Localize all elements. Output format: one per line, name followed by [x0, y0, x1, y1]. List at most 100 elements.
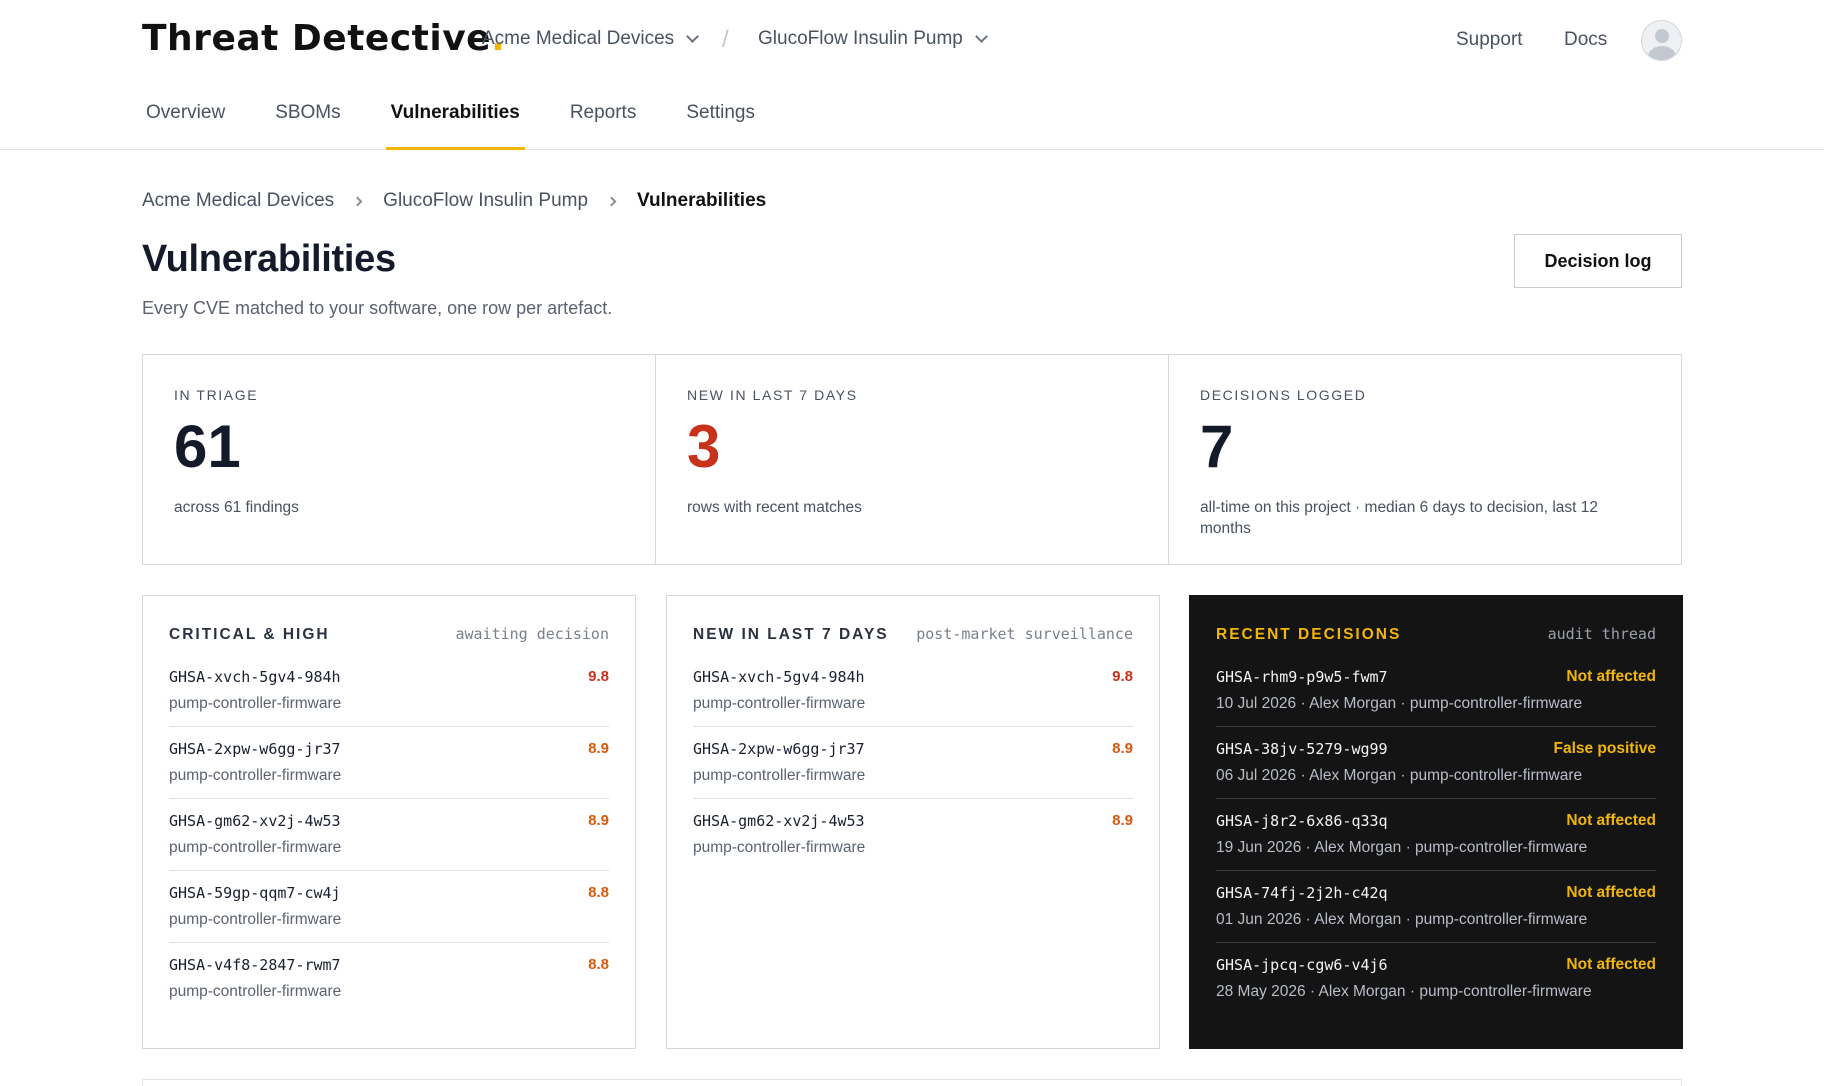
tab-settings[interactable]: Settings	[686, 102, 755, 150]
cvss-score: 9.8	[588, 668, 609, 685]
cvss-score: 9.8	[1112, 668, 1133, 685]
advisory-id: GHSA-xvch-5gv4-984h	[693, 668, 865, 686]
advisory-id: GHSA-59gp-qqm7-cw4j	[169, 884, 341, 902]
stat-label: IN TRIAGE	[174, 387, 259, 403]
cvss-score: 8.9	[588, 812, 609, 829]
list-item[interactable]: GHSA-j8r2-6x86-q33q 19 Jun 2026 · Alex M…	[1216, 799, 1656, 871]
card-header: NEW IN LAST 7 DAYS post-market surveilla…	[693, 625, 1133, 644]
top-header: Threat Detective. Acme Medical Devices /…	[0, 0, 1824, 150]
artefact-name: pump-controller-firmware	[169, 983, 342, 1000]
list-item[interactable]: GHSA-38jv-5279-wg99 06 Jul 2026 · Alex M…	[1216, 727, 1656, 799]
chevron-down-icon	[975, 30, 988, 43]
advisory-id: GHSA-xvch-5gv4-984h	[169, 668, 341, 686]
advisory-id: GHSA-2xpw-w6gg-jr37	[693, 740, 865, 758]
card-title: NEW IN LAST 7 DAYS	[693, 626, 889, 643]
stat-label: NEW IN LAST 7 DAYS	[687, 387, 858, 403]
decision-meta: 06 Jul 2026 · Alex Morgan · pump-control…	[1216, 767, 1583, 784]
tab-vulnerabilities[interactable]: Vulnerabilities	[385, 102, 525, 150]
card-header: CRITICAL & HIGH awaiting decision	[169, 625, 609, 644]
cvss-score: 8.8	[588, 956, 609, 973]
stat-value: 3	[687, 413, 721, 480]
artefact-name: pump-controller-firmware	[693, 839, 866, 856]
critical-high-card: CRITICAL & HIGH awaiting decision GHSA-x…	[142, 595, 636, 1049]
chevron-right-icon	[352, 196, 363, 206]
decision-verdict: Not affected	[1566, 884, 1656, 901]
decision-meta: 19 Jun 2026 · Alex Morgan · pump-control…	[1216, 839, 1588, 856]
advisory-id: GHSA-v4f8-2847-rwm7	[169, 956, 341, 974]
artefact-name: pump-controller-firmware	[169, 911, 342, 928]
list-item[interactable]: GHSA-2xpw-w6gg-jr37 pump-controller-firm…	[693, 727, 1133, 799]
list-item[interactable]: GHSA-gm62-xv2j-4w53 pump-controller-firm…	[169, 799, 609, 871]
next-panel-edge	[142, 1079, 1682, 1086]
avatar-body	[1648, 46, 1676, 60]
tab-reports[interactable]: Reports	[570, 102, 637, 150]
stat-value: 7	[1200, 413, 1234, 480]
docs-link[interactable]: Docs	[1564, 29, 1607, 51]
list-item[interactable]: GHSA-xvch-5gv4-984h pump-controller-firm…	[169, 655, 609, 727]
advisory-id: GHSA-2xpw-w6gg-jr37	[169, 740, 341, 758]
org-switcher[interactable]: Acme Medical Devices	[482, 28, 700, 50]
chevron-right-icon	[606, 196, 617, 206]
decision-meta: 01 Jun 2026 · Alex Morgan · pump-control…	[1216, 911, 1588, 928]
product-switcher[interactable]: GlucoFlow Insulin Pump	[758, 28, 988, 50]
artefact-name: pump-controller-firmware	[169, 695, 342, 712]
main-tabs: Overview SBOMs Vulnerabilities Reports S…	[146, 102, 805, 150]
cvss-score: 8.9	[1112, 812, 1133, 829]
card-header: RECENT DECISIONS audit thread	[1216, 625, 1656, 644]
page-subtitle: Every CVE matched to your software, one …	[142, 298, 613, 318]
stat-note: all-time on this project · median 6 days…	[1200, 499, 1599, 537]
cvss-score: 8.9	[588, 740, 609, 757]
decision-meta: 28 May 2026 · Alex Morgan · pump-control…	[1216, 983, 1592, 1000]
avatar-head	[1655, 29, 1669, 43]
list-item[interactable]: GHSA-rhm9-p9w5-fwm7 10 Jul 2026 · Alex M…	[1216, 655, 1656, 727]
advisory-id: GHSA-gm62-xv2j-4w53	[693, 812, 865, 830]
cvss-score: 8.9	[1112, 740, 1133, 757]
list-item[interactable]: GHSA-59gp-qqm7-cw4j pump-controller-firm…	[169, 871, 609, 943]
list-item[interactable]: GHSA-v4f8-2847-rwm7 pump-controller-firm…	[169, 943, 609, 1015]
recent-decisions-card: RECENT DECISIONS audit thread GHSA-rhm9-…	[1189, 595, 1683, 1049]
list-item[interactable]: GHSA-74fj-2j2h-c42q 01 Jun 2026 · Alex M…	[1216, 871, 1656, 943]
artefact-name: pump-controller-firmware	[693, 767, 866, 784]
support-link[interactable]: Support	[1456, 29, 1523, 51]
stats-panel: IN TRIAGE 61 across 61 findings NEW IN L…	[142, 354, 1682, 565]
stat-label: DECISIONS LOGGED	[1200, 387, 1367, 403]
breadcrumb-current: Vulnerabilities	[637, 190, 767, 211]
card-title: CRITICAL & HIGH	[169, 626, 330, 643]
product-switcher-label: GlucoFlow Insulin Pump	[758, 28, 963, 49]
chevron-down-icon	[686, 30, 700, 43]
stat-note: across 61 findings	[174, 499, 299, 516]
card-subtitle: audit thread	[1547, 625, 1656, 643]
breadcrumb: Acme Medical Devices GlucoFlow Insulin P…	[142, 190, 766, 212]
page-title: Vulnerabilities	[142, 238, 396, 280]
stat-new-last-7-days: NEW IN LAST 7 DAYS 3 rows with recent ma…	[656, 355, 1169, 564]
artefact-name: pump-controller-firmware	[693, 695, 866, 712]
breadcrumb-product[interactable]: GlucoFlow Insulin Pump	[383, 190, 588, 212]
brand-name-part1: Threat	[142, 18, 279, 59]
artefact-name: pump-controller-firmware	[169, 767, 342, 784]
list-item[interactable]: GHSA-gm62-xv2j-4w53 pump-controller-firm…	[693, 799, 1133, 871]
tab-sboms[interactable]: SBOMs	[275, 102, 340, 150]
breadcrumb-org[interactable]: Acme Medical Devices	[142, 190, 334, 212]
advisory-id: GHSA-gm62-xv2j-4w53	[169, 812, 341, 830]
decision-log-button[interactable]: Decision log	[1514, 234, 1682, 288]
new-last-7-days-card: NEW IN LAST 7 DAYS post-market surveilla…	[666, 595, 1160, 1049]
brand-name-part2: Detective	[291, 18, 492, 59]
stat-value: 61	[174, 413, 241, 480]
tab-overview[interactable]: Overview	[146, 102, 225, 150]
decision-meta: 10 Jul 2026 · Alex Morgan · pump-control…	[1216, 695, 1583, 712]
brand-space	[279, 18, 292, 59]
context-separator: /	[722, 26, 729, 53]
list-item[interactable]: GHSA-2xpw-w6gg-jr37 pump-controller-firm…	[169, 727, 609, 799]
list-item[interactable]: GHSA-jpcq-cgw6-v4j6 28 May 2026 · Alex M…	[1216, 943, 1656, 1015]
brand-logo[interactable]: Threat Detective.	[142, 18, 505, 59]
org-switcher-label: Acme Medical Devices	[482, 28, 675, 49]
card-subtitle: post-market surveillance	[916, 625, 1133, 643]
card-title: RECENT DECISIONS	[1216, 626, 1402, 643]
stat-note: rows with recent matches	[687, 499, 862, 516]
user-avatar-icon[interactable]	[1641, 20, 1682, 61]
summary-cards: CRITICAL & HIGH awaiting decision GHSA-x…	[142, 595, 1683, 1049]
list-item[interactable]: GHSA-xvch-5gv4-984h pump-controller-firm…	[693, 655, 1133, 727]
decision-verdict: Not affected	[1566, 956, 1656, 973]
stat-in-triage: IN TRIAGE 61 across 61 findings	[143, 355, 656, 564]
stat-decisions-logged: DECISIONS LOGGED 7 all-time on this proj…	[1169, 355, 1681, 564]
